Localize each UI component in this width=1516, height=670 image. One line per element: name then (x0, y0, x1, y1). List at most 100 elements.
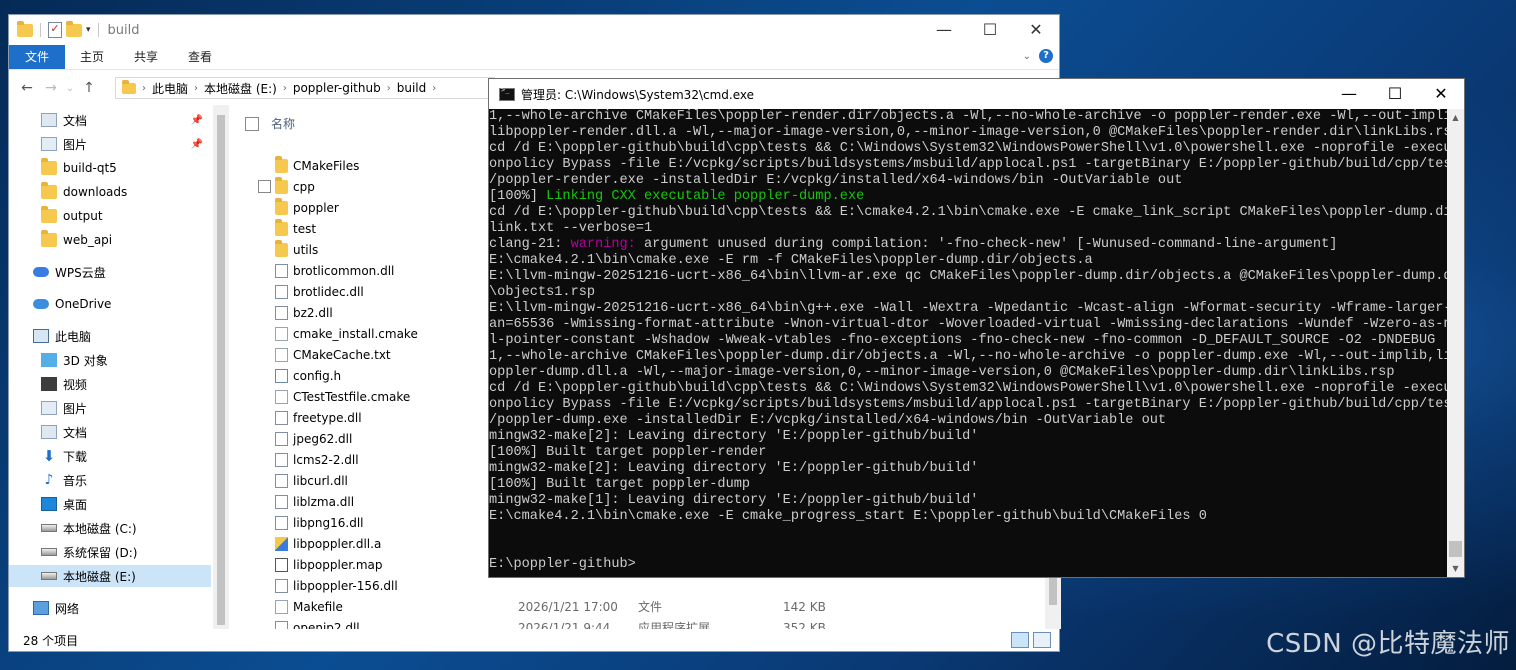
cmd-window: 管理员: C:\Windows\System32\cmd.exe — ☐ ✕ 1… (488, 78, 1465, 578)
close-button[interactable]: ✕ (1013, 15, 1059, 45)
console-highlight: Linking CXX executable poppler-dump.exe (546, 189, 865, 204)
sidebar-item-this-pc[interactable]: 此电脑 (9, 325, 211, 347)
details-view-icon[interactable] (1011, 632, 1029, 648)
console-text: libpoppler-render.dll.a -Wl,--major-imag… (489, 125, 1448, 140)
close-button[interactable]: ✕ (1418, 79, 1464, 109)
console-text: E:\cmake4.2.1\bin\cmake.exe -E cmake_pro… (489, 509, 1207, 524)
drive-icon (41, 524, 57, 532)
console-text: 1,--whole-archive CMakeFiles\poppler-ren… (489, 109, 1448, 124)
text-file-icon (275, 348, 288, 362)
sidebar-item-wps-cloud[interactable]: WPS云盘 (9, 261, 211, 283)
sidebar-item-network[interactable]: 网络 (9, 597, 211, 619)
sidebar-item-downloads-library[interactable]: ⬇ 下载 (9, 445, 211, 467)
console-text: [100%] (489, 189, 547, 204)
sidebar-item-label: 系统保留 (D:) (63, 545, 138, 560)
chevron-right-icon: › (386, 82, 391, 94)
minimize-button[interactable]: — (921, 15, 967, 45)
console-text: an=65536 -Wmissing-format-attribute -Wno… (489, 317, 1448, 332)
divider (97, 23, 99, 37)
scrollbar-thumb[interactable] (217, 115, 225, 625)
sidebar-item-label: OneDrive (55, 297, 112, 311)
console-line: [100%] Built target poppler-render (489, 445, 1448, 461)
maximize-button[interactable]: ☐ (1372, 79, 1418, 109)
select-all-checkbox[interactable] (245, 116, 259, 131)
onedrive-icon (33, 299, 49, 309)
sidebar-item-documents[interactable]: 文档 (9, 421, 211, 443)
table-row[interactable]: openjp2.dll 2026/1/21 9:44 应用程序扩展 352 KB (235, 617, 1035, 629)
tab-share[interactable]: 共享 (119, 45, 173, 69)
folder-icon (41, 158, 57, 175)
file-name: libpng16.dll (293, 515, 364, 530)
navigation-scrollbar[interactable] (213, 105, 229, 629)
watermark: CSDN @比特魔法师 (1266, 629, 1510, 659)
breadcrumb-poppler-github[interactable]: poppler-github (293, 81, 381, 95)
customize-toolbar-icon[interactable]: ▾ (86, 25, 91, 35)
scroll-down-icon[interactable]: ▼ (1447, 560, 1464, 577)
column-header-label: 名称 (271, 117, 296, 131)
console-warning: warning: (570, 237, 636, 252)
sidebar-item-music[interactable]: ♪ 音乐 (9, 469, 211, 491)
sidebar-item-build-qt5[interactable]: build-qt5 (9, 157, 211, 179)
console-text: clang-21: (489, 237, 571, 252)
sidebar-item-3d-objects[interactable]: 3D 对象 (9, 349, 211, 371)
table-row[interactable]: libpoppler-156.dll (235, 575, 1035, 596)
back-arrow-icon[interactable]: ← (15, 80, 39, 96)
sidebar-item-output[interactable]: output (9, 205, 211, 227)
address-bar[interactable]: › 此电脑 › 本地磁盘 (E:) › poppler-github › bui… (115, 77, 495, 99)
library-file-icon (275, 537, 288, 551)
new-folder-icon[interactable] (66, 20, 82, 37)
console-line: libpoppler-render.dll.a -Wl,--major-imag… (489, 125, 1448, 141)
minimize-button[interactable]: — (1326, 79, 1372, 109)
breadcrumb-this-pc[interactable]: 此电脑 (152, 80, 188, 97)
text-file-icon (275, 600, 288, 614)
console-scrollbar[interactable]: ▲ ▼ (1447, 109, 1464, 577)
sidebar-item-desktop[interactable]: 桌面 (9, 493, 211, 515)
tab-file[interactable]: 文件 (9, 45, 66, 69)
sidebar-item-pictures-pinned[interactable]: 图片 📌 (9, 133, 211, 155)
tab-view[interactable]: 查看 (173, 45, 227, 69)
scrollbar-thumb[interactable] (1449, 541, 1462, 557)
sidebar-item-label: 本地磁盘 (C:) (63, 521, 137, 536)
console-line: mingw32-make[1]: Leaving directory 'E:/p… (489, 493, 1448, 509)
navigation-pane: 文档 📌 图片 📌 build-qt5 downloads output web… (9, 105, 211, 627)
dll-file-icon (275, 411, 288, 425)
breadcrumb-drive-e[interactable]: 本地磁盘 (E:) (204, 80, 277, 97)
help-icon[interactable]: ? (1039, 49, 1053, 63)
recent-locations-icon[interactable]: ⌄ (63, 83, 77, 94)
up-arrow-icon[interactable]: ↑ (77, 80, 101, 96)
properties-icon[interactable]: ✓ (48, 22, 62, 38)
sidebar-item-label: 音乐 (63, 473, 88, 488)
sidebar-item-label: 图片 (63, 401, 88, 416)
large-icons-view-icon[interactable] (1033, 632, 1051, 648)
sidebar-item-web-api[interactable]: web_api (9, 229, 211, 251)
breadcrumb-build[interactable]: build (397, 81, 427, 95)
file-name: brotlicommon.dll (293, 263, 395, 278)
file-name: CMakeFiles (293, 158, 360, 173)
table-row[interactable]: Makefile 2026/1/21 17:00 文件 142 KB (235, 596, 1035, 617)
console-output[interactable]: 1,--whole-archive CMakeFiles\poppler-ren… (489, 109, 1448, 577)
forward-arrow-icon[interactable]: → (39, 80, 63, 96)
tab-home[interactable]: 主页 (65, 45, 119, 69)
sidebar-item-downloads[interactable]: downloads (9, 181, 211, 203)
maximize-button[interactable]: ☐ (967, 15, 1013, 45)
sidebar-item-pictures[interactable]: 图片 (9, 397, 211, 419)
scroll-up-icon[interactable]: ▲ (1447, 109, 1464, 126)
sidebar-item-drive-c[interactable]: 本地磁盘 (C:) (9, 517, 211, 539)
console-text: argument unused during compilation: '-fn… (635, 237, 1338, 252)
console-text: onpolicy Bypass -file E:/vcpkg/scripts/b… (489, 157, 1448, 172)
expand-ribbon-icon[interactable]: ⌄ (1023, 51, 1031, 62)
sidebar-item-documents-pinned[interactable]: 文档 📌 (9, 109, 211, 131)
dll-file-icon (275, 621, 288, 629)
row-checkbox[interactable] (258, 180, 271, 193)
sidebar-item-drive-d[interactable]: 系统保留 (D:) (9, 541, 211, 563)
column-header-name[interactable]: 名称 (245, 115, 295, 132)
sidebar-item-drive-e[interactable]: 本地磁盘 (E:) (9, 565, 211, 587)
computer-icon (33, 329, 49, 343)
network-icon (33, 601, 49, 615)
document-icon (41, 425, 57, 439)
console-text: 1,--whole-archive CMakeFiles\poppler-dum… (489, 349, 1448, 364)
sidebar-item-label: web_api (63, 233, 113, 247)
console-text: l-pointer-constant -Wshadow -Wweak-vtabl… (489, 333, 1448, 348)
sidebar-item-videos[interactable]: 视频 (9, 373, 211, 395)
sidebar-item-onedrive[interactable]: OneDrive (9, 293, 211, 315)
